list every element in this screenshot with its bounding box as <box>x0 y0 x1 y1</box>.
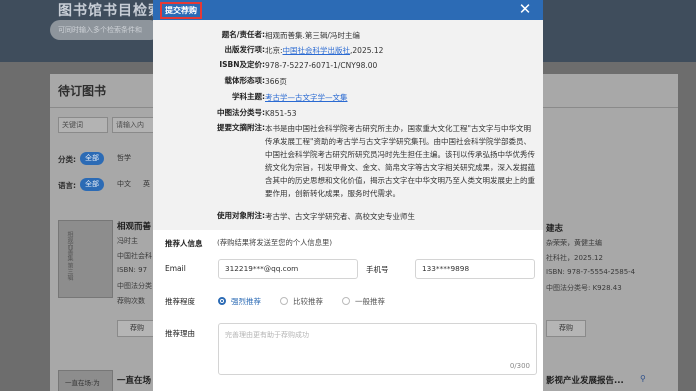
recommender-title: 推荐人信息 <box>165 239 203 248</box>
keyword-select[interactable]: 关键词 <box>58 117 108 133</box>
panel-title: 待订图书 <box>58 84 107 98</box>
publisher-place: 北京: <box>265 46 283 55</box>
radio-icon <box>280 297 288 305</box>
modal-header: 提交荐购 ✕ <box>153 0 543 20</box>
publisher-link[interactable]: 中国社会科学出版社 <box>283 46 351 55</box>
phone-label: 手机号 <box>366 265 389 274</box>
field-label: 中图法分类号: <box>217 108 265 117</box>
book-cover[interactable]: 一直在场:为 <box>58 370 113 391</box>
book-recommend-count: 荐购次数 <box>117 297 145 305</box>
book-info-section: 题名/责任者: 相观而善集.第三辑/冯时主编 出版发行项: 北京:中国社会科学出… <box>153 20 543 230</box>
book-title[interactable]: 相观而善 <box>117 220 151 232</box>
book-title[interactable]: 影视产业发展报告... <box>546 374 624 386</box>
field-label: 使用对象附注: <box>217 211 265 220</box>
reason-placeholder: 完善理由更有助于荐购成功 <box>225 331 309 339</box>
level-radio-strong[interactable]: 强烈推荐 <box>218 296 261 307</box>
category-chip-all[interactable]: 全部 <box>80 152 104 165</box>
book-publisher: 中国社会科 <box>117 252 152 260</box>
field-value: 相观而善集.第三辑/冯时主编 <box>265 31 360 40</box>
keyword-input[interactable]: 请输入内 <box>112 117 154 133</box>
category-chip-philosophy[interactable]: 哲学 <box>112 152 136 165</box>
radio-label: 一般推荐 <box>355 297 385 306</box>
field-value: 978-7-5227-6071-1/CNY98.00 <box>265 61 378 70</box>
language-filter-label: 语言: <box>58 181 76 190</box>
publish-date: ,2025.12 <box>350 46 384 55</box>
level-label: 推荐程度 <box>165 297 195 306</box>
book-classification: 中图法分类 <box>117 282 152 290</box>
field-value: K851-53 <box>265 109 297 118</box>
radio-icon <box>342 297 350 305</box>
field-value: 北京:中国社会科学出版社,2025.12 <box>265 44 537 57</box>
field-value: 考古学—古文字学—文集 <box>265 91 537 104</box>
cover-text: 相观而善集 第三辑 <box>66 231 73 281</box>
book-author: 杂荣荣，黄健主编 <box>546 239 602 247</box>
recommender-section: 推荐人信息 (荐购结果将发送至您的个人信息里) Email 312219***@… <box>153 230 543 391</box>
field-label: 载体形态项: <box>224 76 266 85</box>
book-classification: 中图法分类号: K928.43 <box>546 284 622 292</box>
field-value: 考古学、古文字学研究者、高校文史专业师生 <box>265 212 415 221</box>
field-value: 366页 <box>265 77 287 86</box>
subject-link[interactable]: 考古学—古文字学—文集 <box>265 93 348 102</box>
book-isbn: ISBN: 978-7-5554-2585-4 <box>546 268 636 276</box>
cover-text: 一直在场:为 <box>65 379 100 387</box>
language-chip-chinese[interactable]: 中文 <box>112 178 136 191</box>
recommender-note: (荐购结果将发送至您的个人信息里) <box>217 238 333 247</box>
field-label: 学科主题: <box>232 92 265 101</box>
book-publisher: 社科社，2025.12 <box>546 254 603 262</box>
field-value: 本书是由中国社会科学院考古研究所主办，国家重大文化工程"古文字与中华文明传承发展… <box>265 124 535 198</box>
book-title[interactable]: 一直在场 <box>117 374 151 386</box>
category-filter-label: 分类: <box>58 155 76 164</box>
search-icon[interactable]: ⚲ <box>640 374 646 383</box>
reason-textarea[interactable]: 完善理由更有助于荐购成功 0/300 <box>218 323 537 375</box>
close-icon[interactable]: ✕ <box>517 1 533 18</box>
radio-label: 比较推荐 <box>293 297 323 306</box>
reason-counter: 0/300 <box>509 362 530 370</box>
field-label: ISBN及定价: <box>219 60 265 69</box>
recommend-modal: 提交荐购 ✕ 题名/责任者: 相观而善集.第三辑/冯时主编 出版发行项: 北京:… <box>153 0 543 391</box>
email-label: Email <box>165 264 186 273</box>
book-author: 冯时主 <box>117 237 138 245</box>
level-radio-normal[interactable]: 一般推荐 <box>342 296 385 307</box>
level-radio-moderate[interactable]: 比较推荐 <box>280 296 323 307</box>
phone-field[interactable]: 133****9898 <box>415 259 535 279</box>
field-label: 提要文摘附注: <box>217 123 265 132</box>
book-isbn: ISBN: 97 <box>117 266 148 274</box>
book-title[interactable]: 建志 <box>546 222 563 234</box>
email-field[interactable]: 312219***@qq.com <box>218 259 358 279</box>
field-label: 题名/责任者: <box>221 30 265 39</box>
book-cover[interactable]: 相观而善集 第三辑 <box>58 220 113 298</box>
recommend-button[interactable]: 荐购 <box>546 320 586 337</box>
reason-label: 推荐理由 <box>165 329 195 338</box>
recommend-button[interactable]: 荐购 <box>117 320 157 337</box>
radio-label: 强烈推荐 <box>231 297 261 306</box>
modal-title: 提交荐购 <box>160 2 202 19</box>
field-label: 出版发行项: <box>224 45 266 54</box>
language-chip-all[interactable]: 全部 <box>80 178 104 191</box>
site-search-input[interactable]: 可同时输入多个检索条件和 <box>50 20 160 40</box>
radio-selected-icon <box>218 297 226 305</box>
